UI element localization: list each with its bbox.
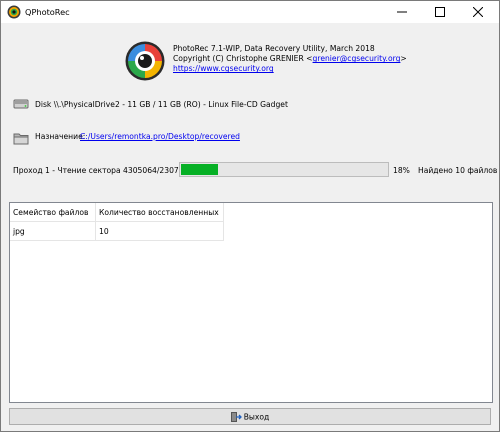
copyright-end: > <box>400 54 407 64</box>
progress-bar <box>179 162 389 177</box>
destination-path-link[interactable]: C:/Users/remontka.pro/Desktop/recovered <box>80 132 240 141</box>
column-header-file-family[interactable]: Семейство файлов <box>10 203 96 222</box>
close-button[interactable] <box>463 1 493 23</box>
pass-status-text: Проход 1 - Чтение сектора 4305064/230766… <box>13 166 199 175</box>
photorec-logo <box>125 41 165 81</box>
folder-icon <box>13 133 29 145</box>
title-bar[interactable]: QPhotoRec <box>1 1 499 23</box>
progress-fill <box>181 164 218 175</box>
disk-label: Disk \\.\PhysicalDrive2 - 11 GB / 11 GB … <box>35 100 288 109</box>
recovered-files-table[interactable]: Семейство файлов Количество восстановлен… <box>9 202 493 403</box>
copyright-line: Copyright (C) Christophe GRENIER <grenie… <box>173 54 407 64</box>
hard-drive-icon <box>13 99 29 109</box>
minimize-icon <box>397 11 407 13</box>
window-title: QPhotoRec <box>25 7 70 17</box>
version-text: PhotoRec 7.1-WIP, Data Recovery Utility,… <box>173 44 375 53</box>
close-icon <box>473 7 483 17</box>
exit-button-label: Выход <box>243 412 270 422</box>
exit-icon <box>230 412 242 422</box>
destination-label: Назначение: <box>35 132 86 141</box>
about-block: PhotoRec 7.1-WIP, Data Recovery Utility,… <box>173 44 407 75</box>
column-header-recovered-count[interactable]: Количество восстановленных <box>96 203 224 222</box>
progress-percent: 18% <box>393 166 410 175</box>
table-cell-file-family[interactable]: jpg <box>10 222 96 241</box>
table-cell-recovered-count[interactable]: 10 <box>96 222 224 241</box>
minimize-button[interactable] <box>387 1 417 23</box>
exit-button-content: Выход <box>10 412 490 422</box>
exit-button[interactable]: Выход <box>9 408 491 425</box>
files-found-count: Найдено 10 файлов <box>418 166 498 175</box>
copyright-text: Copyright (C) Christophe GRENIER < <box>173 54 313 64</box>
app-icon <box>7 5 21 19</box>
app-window: QPhotoRec PhotoRec 7.1-WIP, Data Recover… <box>0 0 500 432</box>
maximize-icon <box>435 7 445 17</box>
email-link[interactable]: grenier@cgsecurity.org <box>313 54 401 63</box>
maximize-button[interactable] <box>425 1 455 23</box>
website-link[interactable]: https://www.cgsecurity.org <box>173 64 407 74</box>
